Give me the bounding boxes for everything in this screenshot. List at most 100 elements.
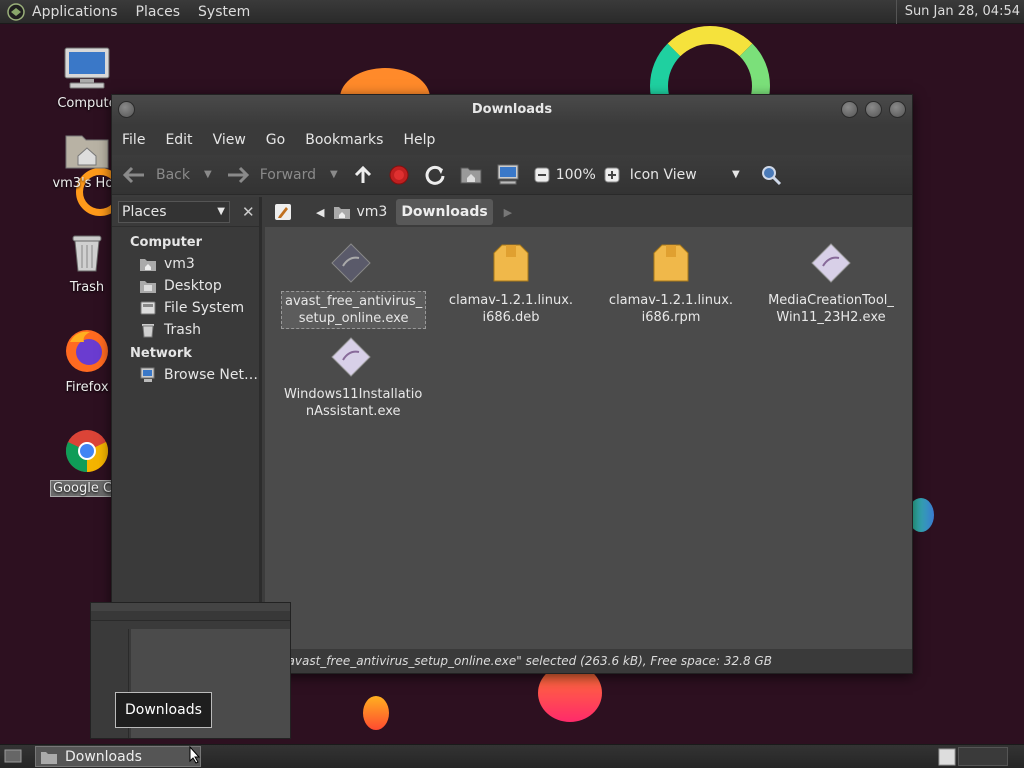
firefox-icon	[64, 328, 110, 374]
window-menu-button[interactable]	[118, 101, 135, 118]
back-button[interactable]: Back ▼	[122, 165, 212, 185]
search-icon[interactable]	[760, 164, 782, 186]
executable-icon	[330, 336, 372, 378]
trash-icon	[67, 230, 107, 274]
sidebar-item-label: Desktop	[164, 278, 222, 294]
menu-go[interactable]: Go	[266, 132, 285, 148]
taskbar-item-downloads[interactable]: Downloads	[35, 746, 201, 767]
window-title: Downloads	[471, 102, 553, 117]
home-icon	[140, 256, 156, 272]
file-name: avast_free_antivirus_ setup_online.exe	[281, 291, 427, 329]
top-panel: Applications Places System Sun Jan 28, 0…	[0, 0, 1024, 24]
file-item[interactable]: clamav-1.2.1.linux. i686.deb	[441, 241, 581, 327]
sidebar-item-desktop[interactable]: Desktop	[140, 278, 259, 294]
sidebar-item-label: Trash	[164, 322, 201, 338]
sidebar: Places ▼ ✕ Computer vm3 Desktop File Sys…	[112, 197, 262, 653]
clock[interactable]: Sun Jan 28, 04:54	[895, 0, 1024, 24]
desktop-icon	[140, 278, 156, 294]
trash-icon	[140, 322, 156, 338]
back-label: Back	[156, 166, 190, 183]
distro-logo-icon[interactable]	[6, 2, 26, 21]
forward-label: Forward	[259, 166, 317, 183]
file-item[interactable]: Windows11Installatio nAssistant.exe	[281, 335, 422, 421]
package-icon	[492, 243, 530, 283]
close-button[interactable]	[889, 101, 906, 118]
view-mode-select[interactable]: Icon View ▼	[630, 167, 740, 183]
reload-icon[interactable]	[424, 164, 446, 186]
chrome-icon	[64, 428, 110, 474]
stop-icon[interactable]	[388, 164, 410, 186]
executable-icon	[330, 242, 372, 284]
workspace-switcher-icon[interactable]	[938, 748, 956, 766]
zoom-level: 100%	[555, 166, 596, 183]
breadcrumb-forward-icon[interactable]: ▶	[499, 199, 517, 225]
file-item[interactable]: avast_free_antivirus_ setup_online.exe	[281, 241, 427, 329]
computer-icon	[62, 46, 112, 90]
sidebar-item-browse-network[interactable]: Browse Net…	[140, 367, 259, 383]
back-history-dropdown-icon[interactable]: ▼	[204, 169, 212, 180]
breadcrumb-back-icon[interactable]: ◀	[311, 199, 329, 225]
taskbar-tooltip: Downloads	[115, 692, 212, 728]
preview-titlebar	[91, 603, 290, 611]
computer-icon[interactable]	[496, 164, 520, 186]
system-menu[interactable]: System	[198, 4, 250, 20]
show-desktop-icon[interactable]	[4, 748, 22, 764]
workspace-switcher-secondary[interactable]	[958, 747, 1008, 766]
breadcrumb-vm3[interactable]: vm3	[329, 199, 392, 225]
menu-bookmarks[interactable]: Bookmarks	[305, 132, 383, 148]
file-name: clamav-1.2.1.linux. i686.deb	[448, 293, 574, 325]
maximize-button[interactable]	[865, 101, 882, 118]
menu-view[interactable]: View	[213, 132, 246, 148]
window-titlebar[interactable]: Downloads	[112, 95, 912, 125]
sidebar-section-network: Network	[130, 346, 192, 361]
breadcrumb-downloads[interactable]: Downloads	[396, 199, 493, 225]
places-menu[interactable]: Places	[136, 4, 181, 20]
file-name: clamav-1.2.1.linux. i686.rpm	[608, 293, 734, 325]
file-item[interactable]: MediaCreationTool_ Win11_23H2.exe	[761, 241, 901, 327]
back-arrow-icon	[122, 165, 146, 185]
folder-icon	[41, 750, 57, 764]
mouse-cursor-icon	[189, 746, 201, 764]
applications-menu[interactable]: Applications	[32, 4, 118, 20]
network-icon	[140, 367, 156, 383]
sidebar-section-computer: Computer	[130, 235, 203, 250]
breadcrumb-label: vm3	[356, 204, 388, 220]
sidebar-item-label: File System	[164, 300, 245, 316]
home-icon[interactable]	[460, 165, 482, 185]
forward-button[interactable]: Forward ▼	[226, 165, 338, 185]
package-icon	[652, 243, 690, 283]
up-arrow-icon[interactable]	[352, 164, 374, 186]
view-mode-label: Icon View	[629, 166, 697, 183]
chevron-down-icon: ▼	[217, 206, 225, 217]
sidebar-selector-label: Places	[122, 203, 167, 220]
menu-edit[interactable]: Edit	[165, 132, 192, 148]
sidebar-selector[interactable]: Places ▼	[118, 200, 230, 223]
file-view[interactable]: avast_free_antivirus_ setup_online.exe c…	[265, 227, 912, 653]
chevron-down-icon: ▼	[732, 169, 740, 180]
zoom-out-icon[interactable]	[534, 167, 550, 183]
menu-file[interactable]: File	[122, 132, 145, 148]
sidebar-item-trash[interactable]: Trash	[140, 322, 259, 338]
sidebar-item-label: vm3	[164, 256, 195, 272]
forward-arrow-icon	[226, 165, 250, 185]
zoom-in-icon[interactable]	[604, 167, 620, 183]
forward-history-dropdown-icon[interactable]: ▼	[330, 169, 338, 180]
sidebar-item-vm3[interactable]: vm3	[140, 256, 259, 272]
file-item[interactable]: clamav-1.2.1.linux. i686.rpm	[601, 241, 741, 327]
sidebar-item-file-system[interactable]: File System	[140, 300, 259, 316]
menubar: File Edit View Go Bookmarks Help	[112, 125, 912, 155]
home-icon	[334, 205, 351, 219]
toolbar: Back ▼ Forward ▼ 100% Icon View ▼	[112, 155, 912, 195]
taskbar-item-label: Downloads	[65, 748, 142, 765]
file-name: Windows11Installatio nAssistant.exe	[284, 387, 423, 419]
filesystem-icon	[140, 300, 156, 316]
edit-location-icon[interactable]	[269, 199, 297, 225]
executable-icon	[810, 242, 852, 284]
home-folder-icon	[64, 130, 110, 170]
minimize-button[interactable]	[841, 101, 858, 118]
menu-help[interactable]: Help	[403, 132, 435, 148]
close-sidebar-icon[interactable]: ✕	[242, 203, 255, 221]
sidebar-header: Places ▼ ✕	[112, 197, 259, 227]
bottom-panel: Downloads	[0, 744, 1024, 768]
file-manager-window: Downloads File Edit View Go Bookmarks He…	[111, 94, 913, 674]
